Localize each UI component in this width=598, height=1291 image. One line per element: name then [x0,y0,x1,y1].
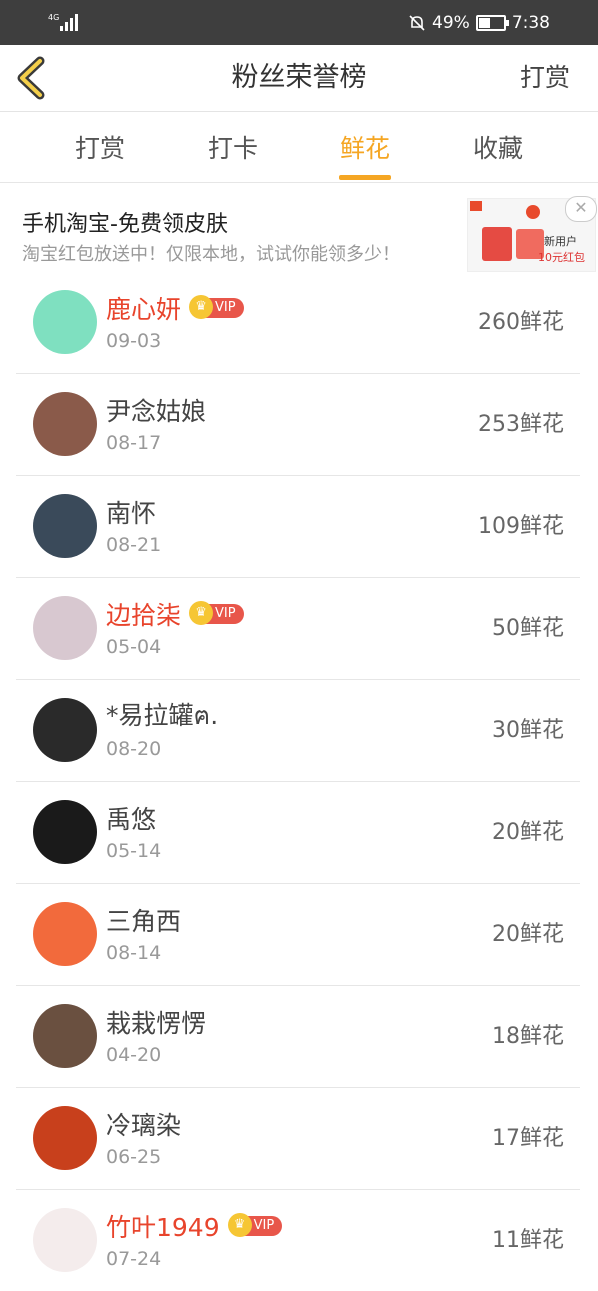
tab-favorites[interactable]: 收藏 [438,112,558,182]
date: 06-25 [106,1146,162,1168]
name-line: 栽栽愣愣 [106,1006,206,1038]
vip-badge: ♛ VIP [227,1213,283,1237]
bell-off-icon [409,14,425,31]
date: 08-20 [106,738,162,760]
list-item[interactable]: 三角西 08-14 20鲜花 [16,884,580,986]
list-item[interactable]: 竹叶1949 ♛ VIP 07-24 11鲜花 [16,1190,580,1291]
date: 07-24 [106,1248,162,1270]
user-name: 三角西 [106,907,182,936]
list-item[interactable]: 边拾柒 ♛ VIP 05-04 50鲜花 [16,578,580,680]
avatar[interactable] [33,698,97,762]
list-item[interactable]: *易拉罐ฅ. 08-20 30鲜花 [16,680,580,782]
reward-button[interactable]: 打赏 [520,45,570,111]
user-name: 禹悠 [106,805,157,834]
list-item[interactable]: 冷璃染 06-25 17鲜花 [16,1088,580,1190]
list-item[interactable]: 鹿心妍 ♛ VIP 09-03 260鲜花 [16,272,580,374]
user-name: 竹叶1949 [106,1213,220,1242]
avatar[interactable] [33,1208,97,1272]
flower-count: 253鲜花 [478,412,564,437]
flower-count: 260鲜花 [478,310,564,335]
list-item[interactable]: 栽栽愣愣 04-20 18鲜花 [16,986,580,1088]
name-line: 冷璃染 [106,1108,181,1140]
flower-count: 30鲜花 [492,718,564,743]
flower-count: 109鲜花 [478,514,564,539]
nav-bar: 粉丝荣誉榜 打赏 [0,45,598,112]
user-name: *易拉罐ฅ. [106,701,219,730]
avatar[interactable] [33,902,97,966]
list-item[interactable]: 尹念姑娘 08-17 253鲜花 [16,374,580,476]
ad-image-text: 新用户 [544,235,577,248]
tab-bar: 打赏 打卡 鲜花 收藏 [0,112,598,183]
vip-label: VIP [215,300,236,315]
date: 09-03 [106,330,162,352]
date: 04-20 [106,1044,162,1066]
name-line: 尹念姑娘 [106,394,206,426]
flower-count: 17鲜花 [492,1126,564,1151]
date: 08-21 [106,534,162,556]
user-name: 尹念姑娘 [106,397,207,426]
close-ad-button[interactable]: ✕ [565,196,597,222]
date: 05-04 [106,636,162,658]
date: 08-14 [106,942,162,964]
tab-flowers[interactable]: 鲜花 [305,112,425,182]
red-envelope-icon [482,227,512,261]
flower-count: 50鲜花 [492,616,564,641]
name-line: 南怀 [106,496,156,528]
ad-description: 淘宝红包放送中！仅限本地，试试你能领多少！ [22,244,400,265]
name-line: *易拉罐ฅ. [106,700,218,732]
flower-count: 20鲜花 [492,922,564,947]
user-name: 鹿心妍 [106,295,182,324]
date: 05-14 [106,840,162,862]
name-line: 边拾柒 ♛ VIP [106,598,244,630]
ad-image-text: 10元红包 [538,251,585,264]
crown-icon: ♛ [227,1213,252,1237]
vip-label: VIP [215,606,236,621]
avatar[interactable] [33,290,97,354]
signal-icon: 4G [48,13,78,31]
battery-icon [475,14,509,31]
battery-percent: 49% [432,12,470,33]
avatar[interactable] [33,1004,97,1068]
status-bar: 4G 49% 7:38 [0,0,598,45]
avatar[interactable] [33,596,97,660]
tab-checkin[interactable]: 打卡 [173,112,293,182]
date: 08-17 [106,432,162,454]
flower-count: 11鲜花 [492,1228,564,1253]
vip-badge: ♛ VIP [189,601,244,625]
user-name: 冷璃染 [106,1111,182,1140]
network-label: 4G [48,13,59,22]
check-icon [526,205,540,219]
crown-icon: ♛ [189,295,214,319]
name-line: 禹悠 [106,802,156,834]
flower-count: 18鲜花 [492,1024,564,1049]
name-line: 竹叶1949 ♛ VIP [106,1210,283,1242]
ad-title: 手机淘宝-免费领皮肤 [22,212,228,237]
vip-badge: ♛ VIP [189,295,244,319]
avatar[interactable] [33,800,97,864]
flower-count: 20鲜花 [492,820,564,845]
clock: 7:38 [511,12,550,33]
ad-banner[interactable]: 手机淘宝-免费领皮肤 淘宝红包放送中！仅限本地，试试你能领多少！ 新用户 10元… [0,192,598,280]
list-item[interactable]: 禹悠 05-14 20鲜花 [16,782,580,884]
crown-icon: ♛ [189,601,214,625]
flower-ranking-list: 鹿心妍 ♛ VIP 09-03 260鲜花 尹念姑娘 08-17 253鲜花 南怀 08-21 10… [16,272,580,1291]
vip-label: VIP [253,1218,275,1233]
name-line: 三角西 [106,904,181,936]
page-title: 粉丝荣誉榜 [231,62,367,93]
list-item[interactable]: 南怀 08-21 109鲜花 [16,476,580,578]
user-name: 栽栽愣愣 [106,1009,207,1038]
tab-reward[interactable]: 打赏 [40,112,160,182]
ad-logo-icon [470,201,482,211]
user-name: 南怀 [106,499,157,528]
avatar[interactable] [33,392,97,456]
avatar[interactable] [33,494,97,558]
active-tab-indicator [339,175,391,180]
user-name: 边拾柒 [106,601,182,630]
name-line: 鹿心妍 ♛ VIP [106,292,244,324]
avatar[interactable] [33,1106,97,1170]
